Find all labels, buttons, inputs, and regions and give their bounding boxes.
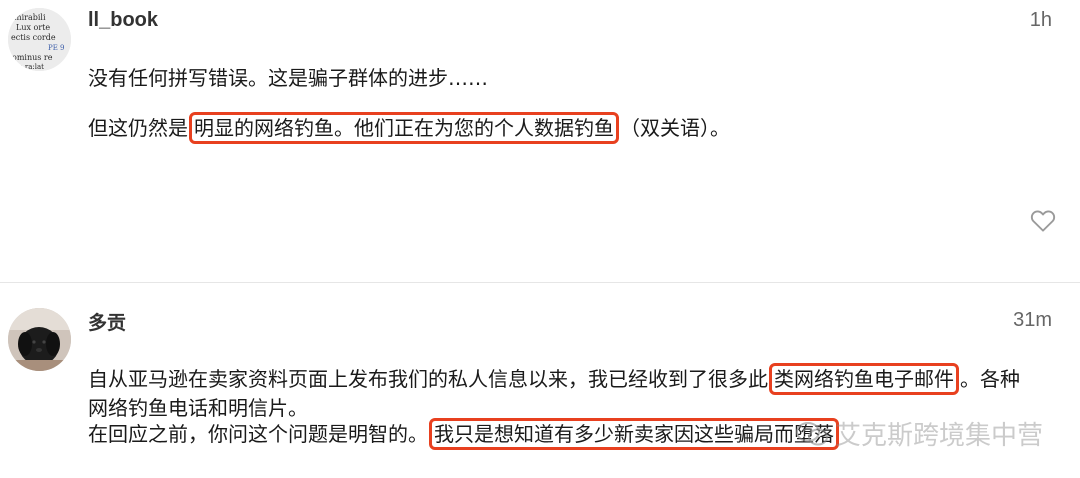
comment-text-line: 网络钓鱼电话和明信片。 [88,396,308,420]
highlighted-text: 明显的网络钓鱼。他们正在为您的个人数据钓鱼 [189,112,619,144]
comment-text-line: 但这仍然是 明显的网络钓鱼。他们正在为您的个人数据钓鱼 （双关语）。 [88,112,730,144]
text-segment: 但这仍然是 [88,116,188,140]
wechat-icon [796,421,828,445]
avatar[interactable]: mirabili Lux orte ectis corde PE 9 ominu… [8,8,71,71]
comment-text-line: 在回应之前，你问这个问题是明智的。 我只是想知道有多少新卖家因这些骗局而堕落 [88,418,840,450]
comment-text-line: 没有任何拼写错误。这是骗子群体的进步…… [88,66,488,90]
divider [0,282,1080,283]
text-segment: （双关语）。 [620,116,730,140]
avatar-text-line: ominus re [12,53,53,62]
avatar-text-line: ectis corde [11,33,56,42]
heart-icon [1030,210,1056,232]
avatar[interactable] [8,308,71,371]
avatar-text-line: mirabili [14,13,46,22]
avatar-text-line: m ra:lat [16,63,44,71]
dog-avatar-image [8,308,71,371]
text-segment: 在回应之前，你问这个问题是明智的。 [88,422,428,446]
text-segment: 自从亚马逊在卖家资料页面上发布我们的私人信息以来，我已经收到了很多此 [88,367,768,391]
avatar-text-line: PE 9 [48,44,65,52]
book-page-avatar-image: mirabili Lux orte ectis corde PE 9 ominu… [8,8,71,71]
text-segment: 。各种 [960,367,1020,391]
username[interactable]: ll_book [88,9,158,32]
watermark-text: 艾克斯跨境集中营 [835,421,1044,451]
username[interactable]: 多贡 [88,308,126,335]
comment-card: mirabili Lux orte ectis corde PE 9 ominu… [0,0,1080,280]
watermark: 艾克斯跨境集中营 [795,415,1043,452]
comment-text-line: 自从亚马逊在卖家资料页面上发布我们的私人信息以来，我已经收到了很多此 类网络钓鱼电… [88,363,1020,395]
timestamp: 1h [1029,9,1052,31]
like-button[interactable] [1028,205,1058,235]
timestamp: 31m [1013,309,1052,331]
highlighted-text: 我只是想知道有多少新卖家因这些骗局而堕落 [429,418,839,450]
avatar-text-line: Lux orte [16,23,50,32]
highlighted-text: 类网络钓鱼电子邮件 [769,363,959,395]
